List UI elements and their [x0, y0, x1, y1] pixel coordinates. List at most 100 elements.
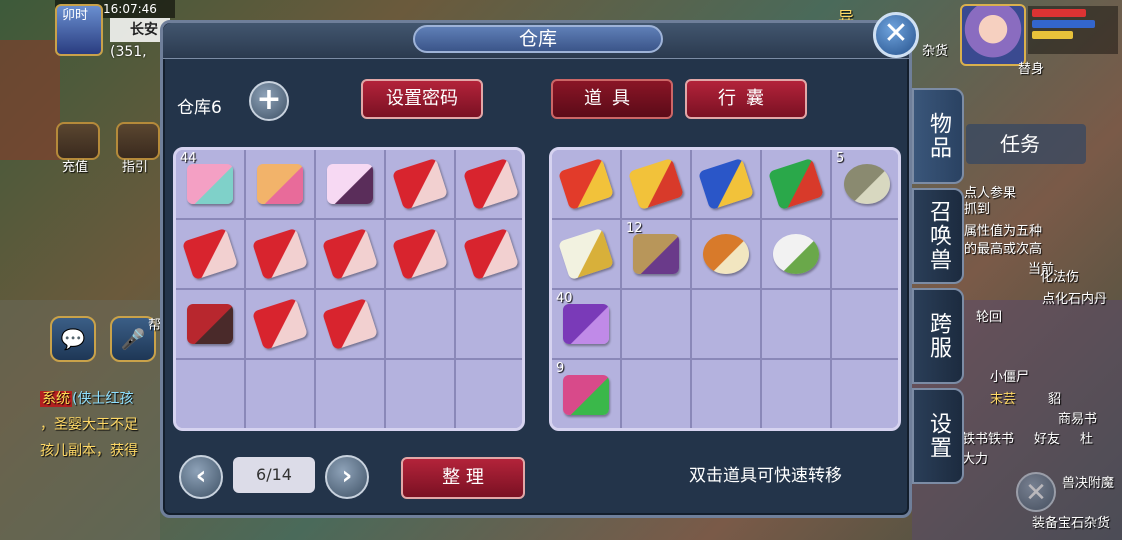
bag-slot[interactable]: 40	[552, 290, 622, 360]
hud-text: 小僵尸	[990, 370, 1030, 385]
storage-slot[interactable]	[456, 290, 522, 360]
white-flag-icon	[557, 227, 615, 281]
storage-slot[interactable]	[386, 220, 456, 290]
player-portrait[interactable]	[960, 4, 1026, 66]
hud-text: 属性值为五种	[964, 224, 1043, 239]
pink-pig-bag-icon	[187, 164, 233, 204]
system-tag: 系统	[40, 391, 72, 407]
close-hud-icon[interactable]: ✕	[1016, 472, 1056, 512]
tab-cross-server[interactable]: 跨服	[912, 288, 964, 384]
storage-slot[interactable]	[386, 360, 456, 428]
bag-slot[interactable]	[622, 360, 692, 428]
bag-slot[interactable]	[762, 360, 832, 428]
bag-slot[interactable]	[832, 360, 898, 428]
storage-slot[interactable]	[386, 290, 456, 360]
tab-items[interactable]: 物品	[912, 88, 964, 184]
window-title: 仓库	[413, 25, 663, 53]
mp-bar	[1032, 20, 1095, 28]
bag-slot[interactable]: 12	[622, 220, 692, 290]
task-tab[interactable]: 任务	[966, 124, 1086, 164]
hud-text: 商易书	[1058, 412, 1098, 427]
prev-page-button[interactable]: ‹	[179, 455, 223, 499]
bag-slot[interactable]	[622, 290, 692, 360]
item-quantity: 9	[556, 361, 565, 376]
storage-slot[interactable]	[176, 360, 246, 428]
transfer-hint: 双击道具可快速转移	[689, 466, 842, 486]
next-page-button[interactable]: ›	[325, 455, 369, 499]
bag-slot[interactable]	[692, 220, 762, 290]
stone-drum-icon	[844, 164, 890, 204]
storage-slot[interactable]	[386, 150, 456, 220]
red-scroll-icon	[391, 227, 449, 281]
storage-slot[interactable]	[456, 220, 522, 290]
set-password-button[interactable]: 设置密码	[361, 79, 483, 119]
storage-slot[interactable]	[246, 290, 316, 360]
recharge-button[interactable]	[56, 122, 100, 160]
game-world-building	[0, 40, 60, 160]
bag-slot[interactable]	[762, 220, 832, 290]
red-scroll-icon	[251, 227, 309, 281]
hud-text: 轮回	[976, 310, 1003, 325]
tab-bag[interactable]: 行囊	[685, 79, 807, 119]
bag-slot[interactable]	[622, 150, 692, 220]
item-quantity: 40	[556, 291, 573, 306]
storage-slot[interactable]	[456, 360, 522, 428]
guide-button[interactable]	[116, 122, 160, 160]
storage-slot[interactable]	[246, 360, 316, 428]
hud-text: 兽决附魔	[1062, 476, 1115, 491]
bag-slot[interactable]	[832, 290, 898, 360]
add-storage-button[interactable]: +	[249, 81, 289, 121]
window-title-bar: 仓库	[163, 23, 909, 59]
tab-pets[interactable]: 召唤兽	[912, 188, 964, 284]
portrait-card-icon	[327, 164, 373, 204]
system-chat: 系统 (侠士红孩 ，圣婴大王不足 孩儿副本，获得	[40, 386, 168, 464]
multi-flag-icon	[767, 157, 825, 211]
chat-icon[interactable]: 💬	[50, 316, 96, 362]
exp-bar	[1032, 31, 1073, 39]
bag-slot[interactable]	[692, 150, 762, 220]
gift-box-icon	[563, 375, 609, 415]
blue-flag-icon	[697, 157, 755, 211]
bag-slot[interactable]	[692, 290, 762, 360]
hud-text: 杜	[1080, 432, 1094, 447]
hud-text: 的最高或次高	[964, 242, 1043, 257]
time-period-label: 卯时	[62, 8, 89, 23]
bag-slot[interactable]: 9	[552, 360, 622, 428]
bag-slot[interactable]: 5	[832, 150, 898, 220]
storage-slot[interactable]	[246, 150, 316, 220]
hud-text: 化法伤	[1040, 270, 1080, 285]
hud-text: 杂货	[922, 44, 949, 59]
storage-slot[interactable]	[176, 290, 246, 360]
storage-slot[interactable]: 44	[176, 150, 246, 220]
storage-slot[interactable]	[316, 220, 386, 290]
hud-text: 好友	[1034, 432, 1061, 447]
storage-slot[interactable]	[246, 220, 316, 290]
hud-text: 末芸	[990, 392, 1017, 407]
hud-text: 装备宝石杂货	[1032, 516, 1111, 531]
storage-slot[interactable]	[316, 150, 386, 220]
red-flag-icon	[557, 157, 615, 211]
food-bowl-icon	[703, 234, 749, 274]
system-line-2: ，圣婴大王不足	[40, 417, 138, 433]
hp-bar	[1032, 9, 1086, 17]
storage-label: 仓库6	[177, 98, 222, 118]
close-window-button[interactable]: ✕	[873, 12, 919, 58]
bag-slot[interactable]	[762, 150, 832, 220]
tab-settings[interactable]: 设置	[912, 388, 964, 484]
bag-slot[interactable]	[692, 360, 762, 428]
location-coords: (351,	[110, 44, 147, 60]
storage-slot[interactable]	[176, 220, 246, 290]
bag-slot[interactable]	[552, 150, 622, 220]
hud-text: 貂	[1048, 392, 1062, 407]
bag-slot[interactable]	[832, 220, 898, 290]
storage-slot[interactable]	[316, 360, 386, 428]
bag-slot[interactable]	[552, 220, 622, 290]
storage-slot[interactable]	[456, 150, 522, 220]
sort-button[interactable]: 整 理	[401, 457, 525, 499]
warehouse-window: 仓库 仓库6 + 设置密码 道具 行囊 44 5 12 40 9 ‹ 6/14 › 整…	[160, 20, 912, 518]
bag-slot[interactable]	[762, 290, 832, 360]
book-crate-icon	[633, 234, 679, 274]
red-scroll-icon	[181, 227, 239, 281]
storage-slot[interactable]	[316, 290, 386, 360]
tab-items-inventory[interactable]: 道具	[551, 79, 673, 119]
